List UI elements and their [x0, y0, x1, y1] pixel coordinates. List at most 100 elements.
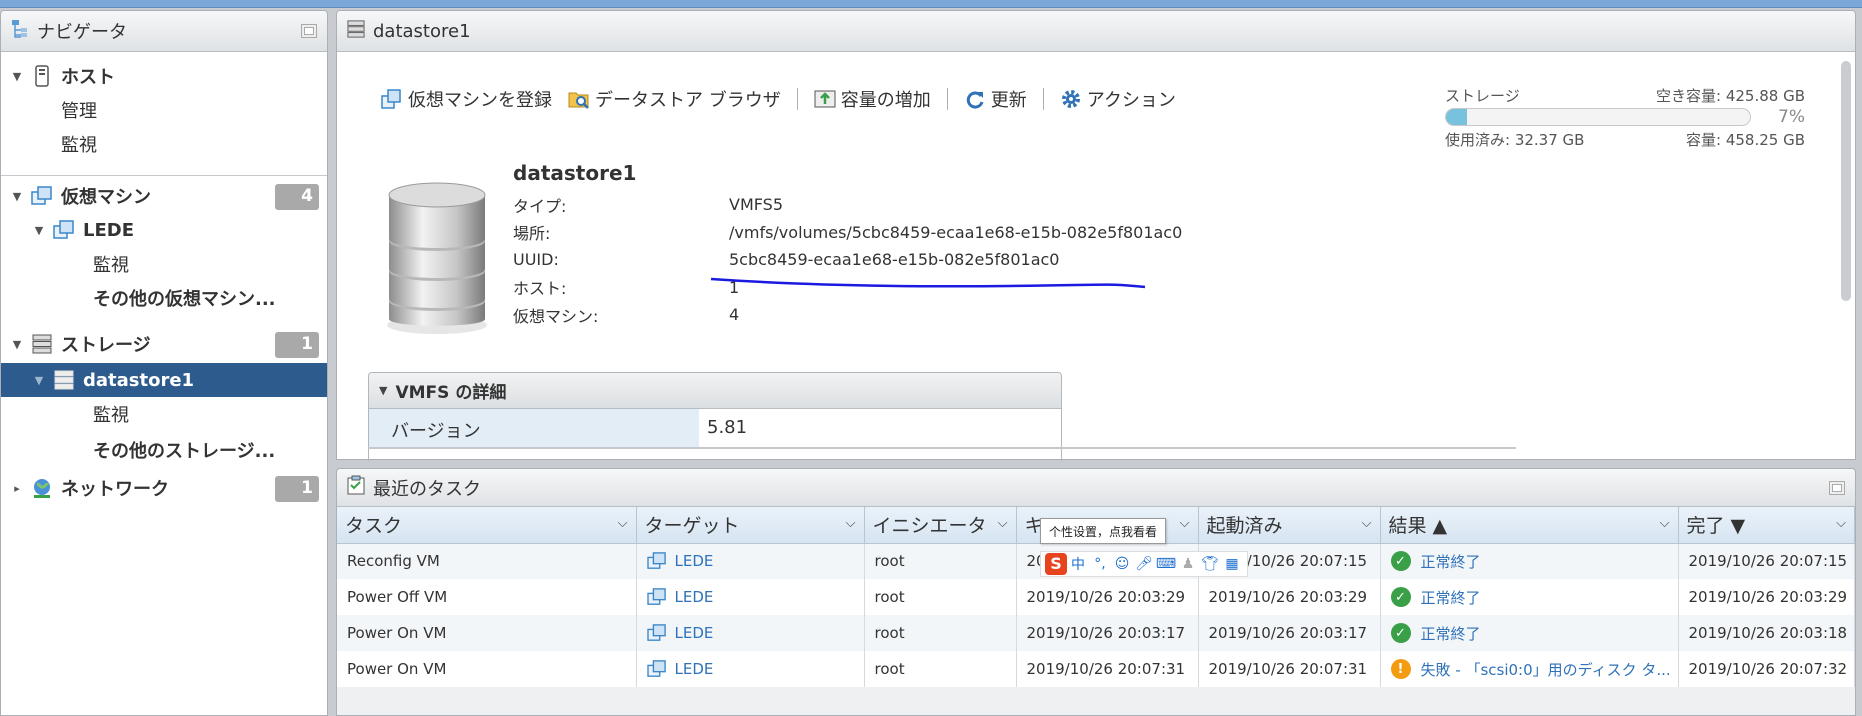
nav-item-datastore1[interactable]: ▼ datastore1	[1, 363, 327, 397]
initiator-cell: root	[864, 615, 1017, 651]
result-link[interactable]: 失敗 - 「scsi0:0」用のディスク タ...	[1421, 659, 1671, 680]
collapse-arrow-icon[interactable]: ▼	[379, 384, 387, 397]
navigator-icon	[11, 19, 29, 44]
result-link[interactable]: 正常終了	[1421, 551, 1481, 572]
expand-arrow-icon[interactable]: ▸	[11, 482, 23, 495]
task-cell: Power On VM	[337, 651, 637, 687]
nav-label-storage: ストレージ	[61, 335, 151, 356]
chevron-down-icon: ⌵	[845, 516, 856, 531]
nav-label-host-monitor: 監視	[61, 135, 97, 156]
nav-item-more-storage[interactable]: その他のストレージ...	[1, 433, 327, 467]
success-icon: ✓	[1390, 587, 1411, 607]
type-label: タイプ:	[513, 196, 567, 216]
nav-item-storage[interactable]: ▼ ストレージ 1	[1, 327, 327, 361]
ime-logo-icon[interactable]: S	[1045, 553, 1067, 575]
chevron-down-icon: ⌵	[617, 516, 628, 531]
result-link[interactable]: 正常終了	[1421, 623, 1481, 644]
vm-icon	[53, 219, 75, 241]
gear-icon	[1060, 88, 1082, 110]
col-header-task[interactable]: タスク ⌵	[337, 507, 637, 544]
col-header-started[interactable]: 起動済み ⌵	[1198, 507, 1381, 544]
storage-usage-bar	[1445, 108, 1751, 126]
recent-tasks-title: 最近のタスク	[373, 478, 481, 500]
col-header-completed[interactable]: 完了 ▼ ⌵	[1678, 507, 1855, 544]
collapse-arrow-icon[interactable]: ▼	[11, 338, 23, 351]
refresh-button[interactable]: 更新	[956, 86, 1035, 112]
navigator-header: ナビゲータ	[1, 11, 327, 52]
ime-chinese-mode[interactable]: 中	[1067, 554, 1089, 574]
toolbar-divider	[796, 88, 798, 110]
vm-icon	[646, 552, 666, 570]
microphone-icon[interactable]: 🎤︎	[1133, 556, 1155, 572]
ime-toolbar[interactable]: S 中 °, ☺ 🎤︎ ⌨ ♟ 👕︎ ▦	[1040, 551, 1248, 577]
vm-icon	[646, 660, 666, 677]
nav-item-host[interactable]: ▼ ホスト	[1, 59, 327, 93]
vmfs-version-label: バージョン	[369, 409, 699, 448]
storage-free: 空き容量: 425.88 GB	[1656, 87, 1805, 105]
table-row[interactable]: Power Off VM LEDE root 2019/10/26 20:03:…	[337, 579, 1855, 615]
nav-item-vms[interactable]: ▼ 仮想マシン 4	[1, 179, 327, 213]
datastore-large-icon	[383, 179, 491, 339]
recent-tasks-panel: 最近のタスク タスク ⌵ ターゲット ⌵ イニシエータ ⌵ キ ⌵ 起動済み ⌵ 結果 ▲…	[336, 468, 1856, 716]
target-link[interactable]: LEDE	[675, 552, 714, 570]
collapse-arrow-icon[interactable]: ▼	[33, 374, 45, 387]
nav-label-ds-monitor: 監視	[93, 405, 129, 426]
toolbox-icon[interactable]: ▦	[1221, 556, 1243, 572]
nav-label-vms: 仮想マシン	[61, 187, 151, 208]
refresh-label: 更新	[990, 90, 1027, 111]
table-row[interactable]: Power On VM LEDE root 2019/10/26 20:07:3…	[337, 651, 1855, 687]
keyboard-icon[interactable]: ⌨	[1155, 556, 1177, 572]
minimize-icon[interactable]	[301, 24, 317, 38]
storage-percent: 7%	[1778, 107, 1805, 127]
minimize-icon[interactable]	[1829, 480, 1845, 495]
register-vm-button[interactable]: 仮想マシンを登録	[373, 86, 560, 112]
nav-item-lede-monitor[interactable]: 監視	[1, 247, 327, 281]
increase-capacity-icon	[814, 88, 836, 110]
task-cell: Power On VM	[337, 615, 637, 651]
toolbar-divider	[946, 88, 948, 110]
collapse-arrow-icon[interactable]: ▼	[11, 190, 23, 203]
vmfs-details-header[interactable]: ▼ VMFS の詳細	[369, 373, 1061, 409]
skin-icon[interactable]: 👕︎	[1199, 556, 1221, 572]
storage-used: 使用済み: 32.37 GB	[1445, 131, 1585, 149]
chevron-down-icon: ⌵	[1659, 516, 1670, 531]
actions-label: アクション	[1086, 90, 1176, 111]
nav-item-host-monitor[interactable]: 監視	[1, 127, 327, 161]
collapse-arrow-icon[interactable]: ▼	[33, 224, 45, 237]
user-icon[interactable]: ♟	[1177, 556, 1199, 572]
vmfs-details-title: VMFS の詳細	[395, 383, 507, 403]
nav-label-more-vms: その他の仮想マシン...	[93, 289, 276, 310]
collapse-arrow-icon[interactable]: ▼	[11, 70, 23, 83]
nav-item-manage[interactable]: 管理	[1, 93, 327, 127]
target-link[interactable]: LEDE	[675, 588, 714, 606]
increase-capacity-button[interactable]: 容量の増加	[806, 86, 939, 112]
emoji-icon[interactable]: ☺	[1111, 556, 1133, 572]
datastore-header: datastore1	[337, 11, 1855, 52]
vmfs-version-value: 5.81	[707, 417, 748, 438]
punctuation-icon[interactable]: °,	[1089, 556, 1111, 572]
col-header-result[interactable]: 結果 ▲ ⌵	[1380, 507, 1679, 544]
col-header-target[interactable]: ターゲット ⌵	[636, 507, 865, 544]
navigator-title: ナビゲータ	[37, 22, 127, 43]
toolbar-divider	[1042, 88, 1044, 110]
host-icon	[31, 65, 53, 87]
target-link[interactable]: LEDE	[675, 624, 714, 642]
datastore-browser-button[interactable]: データストア ブラウザ	[560, 86, 789, 112]
actions-button[interactable]: アクション	[1052, 86, 1184, 112]
nav-item-network[interactable]: ▸ ネットワーク 1	[1, 471, 327, 505]
nav-item-more-vms[interactable]: その他の仮想マシン...	[1, 281, 327, 315]
target-link[interactable]: LEDE	[675, 660, 714, 678]
nav-label-host: ホスト	[61, 67, 115, 88]
chevron-down-icon: ⌵	[1361, 516, 1372, 531]
uuid-label: UUID:	[513, 250, 559, 270]
storage-summary: ストレージ 空き容量: 425.88 GB 7% 使用済み: 32.37 GB …	[1445, 85, 1805, 149]
completed-cell: 2019/10/26 20:03:18	[1678, 615, 1855, 651]
col-header-initiator[interactable]: イニシエータ ⌵	[864, 507, 1017, 544]
nav-item-ds-monitor[interactable]: 監視	[1, 397, 327, 431]
table-row[interactable]: Power On VM LEDE root 2019/10/26 20:03:1…	[337, 615, 1855, 651]
nav-item-lede[interactable]: ▼ LEDE	[1, 213, 327, 247]
location-value: /vmfs/volumes/5cbc8459-ecaa1e68-e15b-082…	[729, 222, 1183, 242]
completed-cell: 2019/10/26 20:07:15	[1678, 543, 1855, 579]
vertical-scrollbar[interactable]	[1841, 61, 1851, 301]
result-link[interactable]: 正常終了	[1421, 587, 1481, 608]
